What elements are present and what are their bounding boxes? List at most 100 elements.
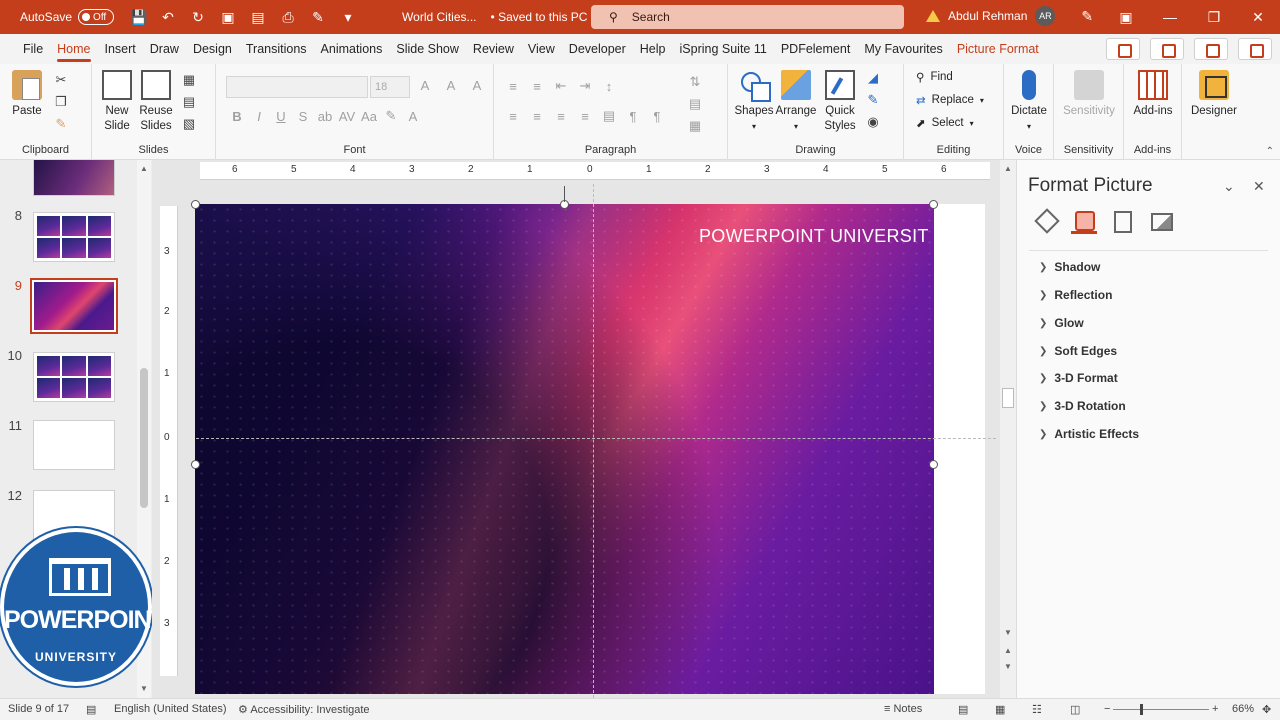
zoom-level[interactable]: 66%: [1232, 703, 1254, 715]
font-size-box[interactable]: 18: [370, 76, 410, 98]
align-text-icon[interactable]: ▤: [686, 96, 704, 112]
section-soft-edges[interactable]: ❯ Soft Edges: [1039, 344, 1117, 358]
shadow-text-icon[interactable]: S: [294, 109, 312, 124]
print-icon[interactable]: ⎙: [280, 9, 296, 26]
ribbon-display-icon[interactable]: ▣: [1104, 9, 1148, 26]
scroll-down-icon[interactable]: ▼: [1003, 628, 1013, 638]
resize-handle[interactable]: [929, 200, 938, 209]
shape-outline-icon[interactable]: ✎: [864, 92, 882, 108]
fill-line-icon[interactable]: [1033, 208, 1059, 234]
pane-close-icon[interactable]: ✕: [1253, 178, 1265, 195]
autosave[interactable]: AutoSave Off: [20, 9, 115, 25]
designer-button[interactable]: Designer: [1186, 70, 1242, 119]
scroll-up-icon[interactable]: ▲: [139, 164, 149, 174]
thumbnail-9[interactable]: [30, 278, 118, 334]
normal-view-icon[interactable]: ▤: [958, 703, 968, 716]
selected-picture[interactable]: [195, 204, 934, 694]
save-icon[interactable]: 💾: [130, 9, 147, 26]
shape-fill-icon[interactable]: ◢: [864, 70, 882, 86]
present-icon[interactable]: ▣: [220, 9, 236, 26]
spelling-icon[interactable]: ▤: [86, 703, 96, 716]
align-right-icon[interactable]: ≡: [552, 109, 570, 124]
slide-caption[interactable]: POWERPOINT UNIVERSIT: [699, 226, 929, 247]
notes-button[interactable]: ≡ Notes: [884, 703, 922, 715]
decrease-indent-icon[interactable]: ⇤: [552, 78, 570, 94]
restore-icon[interactable]: ❐: [1192, 9, 1236, 26]
slide-sorter-icon[interactable]: ▦: [995, 703, 1005, 716]
dictate-button[interactable]: Dictate ▾: [1006, 70, 1052, 134]
font-color-icon[interactable]: A: [404, 109, 422, 124]
minimize-icon[interactable]: —: [1148, 9, 1192, 25]
tab-review[interactable]: Review: [466, 34, 521, 64]
smartart-icon[interactable]: ▦: [686, 118, 704, 134]
undo-icon[interactable]: ↶: [160, 9, 176, 26]
warning-icon[interactable]: [926, 10, 940, 22]
italic-icon[interactable]: I: [250, 109, 268, 124]
section-reflection[interactable]: ❯ Reflection: [1039, 288, 1112, 302]
thumbnail-10[interactable]: [33, 352, 115, 402]
comments-button[interactable]: [1106, 38, 1140, 60]
vertical-guide[interactable]: [593, 184, 594, 698]
clear-format-icon[interactable]: A: [468, 78, 486, 93]
reading-view-icon[interactable]: ☷: [1032, 703, 1042, 716]
tab-help[interactable]: Help: [633, 34, 673, 64]
language-status[interactable]: English (United States): [114, 703, 227, 715]
share-button[interactable]: [1238, 38, 1272, 60]
close-icon[interactable]: ✕: [1236, 9, 1280, 26]
search-input[interactable]: ⚲ Search: [591, 5, 904, 29]
rotate-handle[interactable]: [564, 186, 565, 202]
shrink-font-icon[interactable]: A: [442, 78, 460, 93]
format-painter-icon[interactable]: ✎: [310, 9, 326, 26]
justify-icon[interactable]: ≡: [576, 109, 594, 124]
canvas-scroll-thumb[interactable]: [1002, 388, 1014, 408]
case-icon[interactable]: Aa: [360, 109, 378, 124]
text-direction-icon[interactable]: ⇅: [686, 74, 704, 90]
addins-button[interactable]: Add-ins: [1128, 70, 1178, 119]
shape-effects-icon[interactable]: ◉: [864, 114, 882, 130]
paste-button[interactable]: Paste: [10, 70, 44, 119]
effects-icon[interactable]: [1071, 208, 1097, 234]
strikethrough-icon[interactable]: ab: [316, 109, 334, 124]
pane-options-icon[interactable]: ⌄: [1223, 178, 1235, 195]
section-glow[interactable]: ❯ Glow: [1039, 316, 1084, 330]
thumbnail-7[interactable]: [33, 160, 115, 196]
highlight-icon[interactable]: ✎: [382, 108, 400, 124]
increase-indent-icon[interactable]: ⇥: [576, 78, 594, 94]
zoom-out-icon[interactable]: −: [1104, 703, 1110, 715]
collapse-ribbon-icon[interactable]: ⌃: [1266, 146, 1274, 157]
section-3d-rotation[interactable]: ❯ 3-D Rotation: [1039, 399, 1126, 413]
font-name-box[interactable]: [226, 76, 368, 98]
tab-file[interactable]: File: [16, 34, 50, 64]
tab-slide-show[interactable]: Slide Show: [389, 34, 466, 64]
align-left-icon[interactable]: ≡: [504, 109, 522, 124]
spacing-icon[interactable]: AV: [338, 109, 356, 124]
bullets-icon[interactable]: ≡: [504, 79, 522, 94]
underline-icon[interactable]: U: [272, 109, 290, 124]
rtl-icon[interactable]: ¶: [624, 109, 642, 124]
copy-button[interactable]: ❐: [52, 94, 70, 110]
reuse-slides-button[interactable]: Reuse Slides: [138, 70, 174, 134]
tab-draw[interactable]: Draw: [143, 34, 186, 64]
user-account[interactable]: Abdul Rehman AR ✎: [926, 6, 1093, 26]
tab-view[interactable]: View: [521, 34, 562, 64]
scroll-down-icon[interactable]: ▼: [139, 684, 149, 694]
thumbnail-8[interactable]: [33, 212, 115, 262]
cut-button[interactable]: ✂: [52, 72, 70, 88]
grow-font-icon[interactable]: A: [416, 78, 434, 93]
autosave-toggle[interactable]: Off: [78, 9, 115, 25]
tab-home[interactable]: Home: [50, 34, 97, 64]
next-slide-icon[interactable]: ▼: [1003, 662, 1013, 672]
document-title[interactable]: World Cities...: [402, 10, 476, 24]
zoom-slider-thumb[interactable]: [1140, 704, 1143, 715]
resize-handle[interactable]: [929, 460, 938, 469]
scroll-up-icon[interactable]: ▲: [1003, 164, 1013, 174]
replace-button[interactable]: ⇄ Replace ▾: [916, 93, 984, 107]
redo-icon[interactable]: ↻: [190, 9, 206, 26]
columns-icon[interactable]: ▤: [600, 108, 618, 124]
accessibility-status[interactable]: ⚙ Accessibility: Investigate: [238, 703, 370, 716]
shapes-button[interactable]: Shapes ▾: [734, 70, 774, 134]
section-3d-format[interactable]: ❯ 3-D Format: [1039, 371, 1118, 385]
section-button[interactable]: ▧: [180, 116, 198, 132]
reset-button[interactable]: ▤: [180, 94, 198, 110]
sensitivity-button[interactable]: Sensitivity: [1058, 70, 1120, 119]
